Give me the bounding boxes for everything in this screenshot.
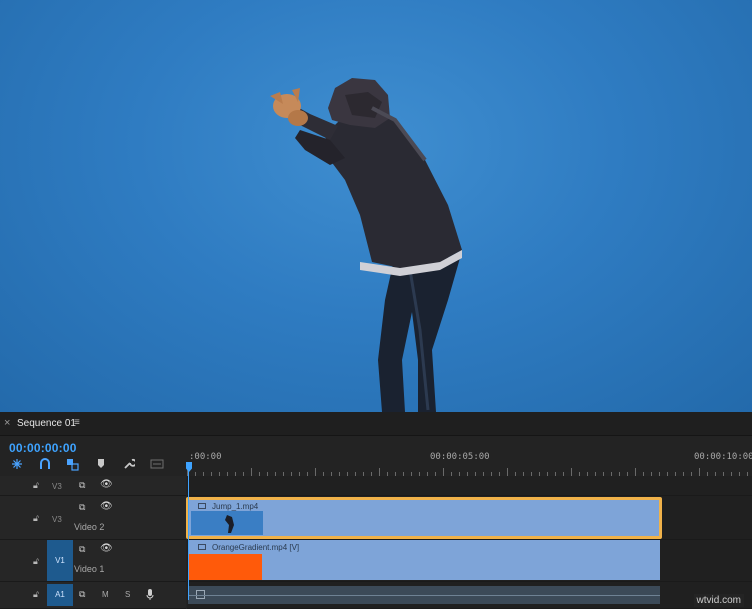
track-label-video-2: Video 2 (74, 522, 105, 532)
track-label-video-1: Video 1 (74, 564, 105, 574)
close-icon[interactable]: × (4, 417, 10, 429)
audio-level-line (188, 595, 660, 596)
sync-lock-icon[interactable]: ⧉ (79, 589, 85, 600)
clip-orange-gradient[interactable]: OrangeGradient.mp4 [V] (188, 540, 660, 580)
ruler-ticks (187, 468, 748, 476)
clip-thumbnail-orange (188, 554, 262, 580)
lane-v2[interactable]: Jump_1.mp4 (186, 496, 752, 540)
ruler-label-5s: 00:00:05:00 (430, 452, 490, 462)
timeline-panel: × Sequence 01 ≡ 00:00:00:00:00:00 00:00… (0, 412, 752, 609)
sync-lock-icon[interactable]: ⧉ (79, 544, 85, 555)
clip-name-orange-gradient: OrangeGradient.mp4 [V] (212, 543, 300, 552)
lock-icon[interactable]: 🔓︎ (33, 556, 39, 567)
lock-icon[interactable]: 🔓︎ (33, 480, 39, 491)
lane-a1[interactable] (187, 582, 752, 609)
mute-button[interactable]: M (102, 590, 109, 599)
panel-menu-icon[interactable]: ≡ (74, 417, 80, 428)
selection-outline (186, 497, 662, 539)
playhead-timecode[interactable]: 00:00:00:00 (9, 441, 77, 455)
eye-icon[interactable]: 👁︎ (100, 479, 113, 490)
time-ruler[interactable]: :00:00 00:00:05:00 00:00:10:00 (187, 446, 752, 476)
watermark: wtvid.com (693, 594, 744, 607)
clip-fx-icon (198, 544, 206, 550)
ruler-label-start: :00:00 (189, 452, 222, 462)
track-name-v3: V3 (52, 482, 62, 491)
dancer-figure (270, 78, 462, 412)
program-monitor-preview (0, 0, 752, 412)
track-header-v3: 🔓︎ V3 ⧉ 👁︎ (0, 476, 186, 496)
wrench-icon[interactable] (121, 458, 137, 474)
lane-v3[interactable] (187, 476, 752, 496)
solo-button[interactable]: S (125, 590, 130, 599)
premiere-window: × Sequence 01 ≡ 00:00:00:00:00:00 00:00… (0, 0, 752, 609)
track-name-v2: V3 (52, 515, 62, 524)
sync-lock-icon[interactable]: ⧉ (79, 502, 85, 513)
track-header-a1: 🔓︎ A1 ⧉ M S (0, 582, 186, 609)
marker-icon[interactable] (93, 458, 109, 474)
source-patch-a1[interactable]: A1 (47, 584, 73, 606)
playhead-line[interactable] (188, 470, 189, 600)
ruler-label-10s: 00:00:10:00 (694, 452, 752, 462)
snap-icon[interactable] (37, 458, 53, 474)
track-header-v1: 🔓︎ V1 ⧉ 👁︎ Video 1 (0, 540, 186, 582)
lock-icon[interactable]: 🔓︎ (33, 513, 39, 524)
microphone-icon[interactable] (146, 588, 154, 606)
linked-selection-icon[interactable] (64, 458, 80, 474)
captions-icon[interactable] (149, 458, 165, 474)
source-patch-v1[interactable]: V1 (47, 540, 73, 581)
track-header-v2: 🔓︎ V3 ⧉ 👁︎ Video 2 (0, 496, 186, 540)
sync-lock-icon[interactable]: ⧉ (79, 480, 85, 491)
sequence-tab-bar: × Sequence 01 ≡ (0, 412, 752, 436)
lane-v1[interactable]: OrangeGradient.mp4 [V] (187, 540, 752, 582)
eye-icon[interactable]: 👁︎ (100, 543, 113, 554)
insert-icon[interactable] (9, 458, 25, 474)
clip-audio-a1[interactable] (188, 586, 660, 604)
timeline-toolbar (0, 458, 180, 474)
lock-icon[interactable]: 🔓︎ (33, 589, 39, 600)
sequence-tab-title[interactable]: Sequence 01 (17, 418, 76, 429)
eye-icon[interactable]: 👁︎ (100, 501, 113, 512)
